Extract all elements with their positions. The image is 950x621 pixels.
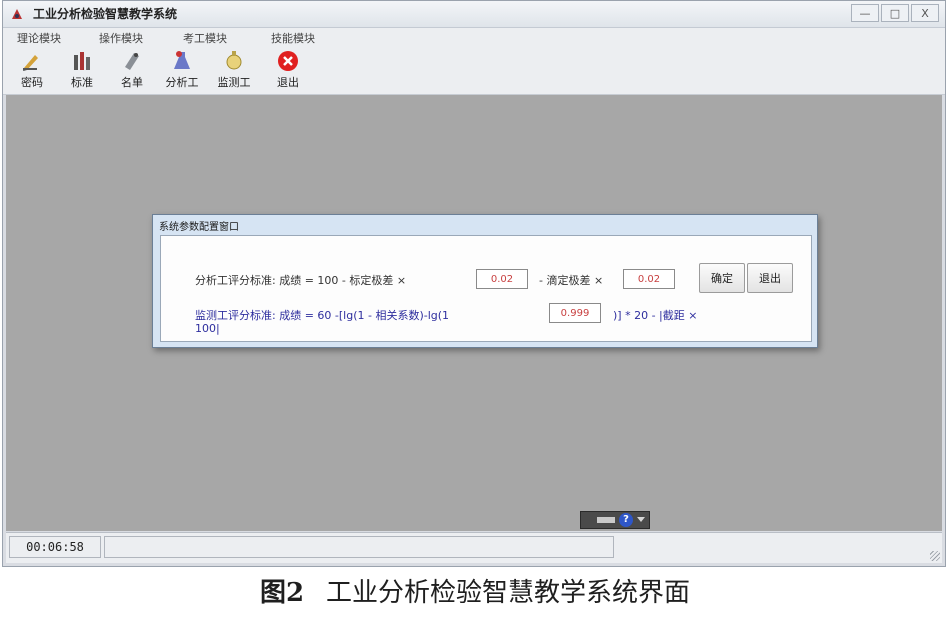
menu-exam[interactable]: 考工模块: [183, 30, 227, 46]
chevron-down-icon[interactable]: [637, 517, 645, 522]
figure-number: 图2: [259, 578, 305, 608]
title-bar[interactable]: 工业分析检验智慧教学系统 — □ X: [3, 1, 945, 28]
tool-analyst-button[interactable]: 分析工: [159, 48, 205, 90]
minimize-button[interactable]: —: [851, 4, 879, 22]
resize-grip[interactable]: [930, 551, 940, 561]
status-bar: 00:06:58: [6, 532, 942, 563]
menu-theory[interactable]: 理论模块: [17, 30, 61, 46]
caption-text: 工业分析检验智慧教学系统界面: [326, 578, 691, 608]
tool-label: 标准: [71, 76, 93, 89]
menu-skill[interactable]: 技能模块: [271, 30, 315, 46]
list-icon: [125, 53, 139, 70]
tool-password-button[interactable]: 密码: [9, 48, 55, 90]
confirm-button[interactable]: 确定: [699, 263, 745, 293]
app-logo-icon: [12, 9, 22, 19]
tool-label: 密码: [21, 76, 43, 89]
bottles-icon: [74, 52, 90, 70]
workspace: 系统参数配置窗口 分析工评分标准: 成绩 = 100 - 标定极差 × 0.02…: [6, 95, 942, 531]
tool-label: 监测工: [217, 76, 251, 89]
calibration-range-input[interactable]: 0.02: [476, 269, 528, 289]
toolbar: 密码 标准 名单 分析工 监测工 退出: [3, 46, 945, 95]
titration-range-input[interactable]: 0.02: [623, 269, 675, 289]
monitor-formula-text: 监测工评分标准: 成绩 = 60 -[lg(1 - 相关系数)-lg(1: [195, 309, 450, 322]
close-button[interactable]: X: [911, 4, 939, 22]
monitor-formula-text-2: )] * 20 - |截距 ×: [613, 309, 698, 322]
language-bar[interactable]: ?: [580, 511, 650, 529]
status-message: [104, 536, 614, 558]
analyst-formula-text: 分析工评分标准: 成绩 = 100 - 标定极差 ×: [195, 274, 407, 287]
keyboard-icon: [597, 517, 615, 523]
pencil-icon: [23, 55, 38, 71]
tool-roster-button[interactable]: 名单: [109, 48, 155, 90]
dialog-body: 分析工评分标准: 成绩 = 100 - 标定极差 × 0.02 - 滴定极差 ×…: [160, 235, 812, 342]
menu-bar: 理论模块 操作模块 考工模块 技能模块: [3, 28, 945, 46]
monitor-icon: [226, 51, 242, 70]
tool-standard-button[interactable]: 标准: [59, 48, 105, 90]
flask-icon: [174, 51, 190, 69]
tool-label: 分析工: [165, 76, 199, 89]
analyst-formula-text-2: - 滴定极差 ×: [539, 274, 604, 287]
elapsed-time: 00:06:58: [9, 536, 101, 558]
tool-exit-button[interactable]: 退出: [265, 48, 311, 90]
help-icon[interactable]: ?: [619, 513, 633, 527]
correlation-input[interactable]: 0.999: [549, 303, 601, 323]
tool-monitor-button[interactable]: 监测工: [211, 48, 257, 90]
menu-operation[interactable]: 操作模块: [99, 30, 143, 46]
window-title: 工业分析检验智慧教学系统: [33, 7, 178, 21]
figure-caption: 图2 工业分析检验智慧教学系统界面: [0, 572, 950, 609]
dialog-title: 系统参数配置窗口: [159, 222, 239, 233]
tool-label: 退出: [277, 76, 299, 89]
maximize-button[interactable]: □: [881, 4, 909, 22]
app-window: 工业分析检验智慧教学系统 — □ X 理论模块 操作模块 考工模块 技能模块 密…: [2, 0, 946, 567]
exit-button[interactable]: 退出: [747, 263, 793, 293]
tool-label: 名单: [121, 76, 143, 89]
close-circle-icon: [278, 51, 298, 71]
config-dialog: 系统参数配置窗口 分析工评分标准: 成绩 = 100 - 标定极差 × 0.02…: [152, 214, 818, 348]
monitor-formula-text-3: 100|: [195, 322, 220, 335]
